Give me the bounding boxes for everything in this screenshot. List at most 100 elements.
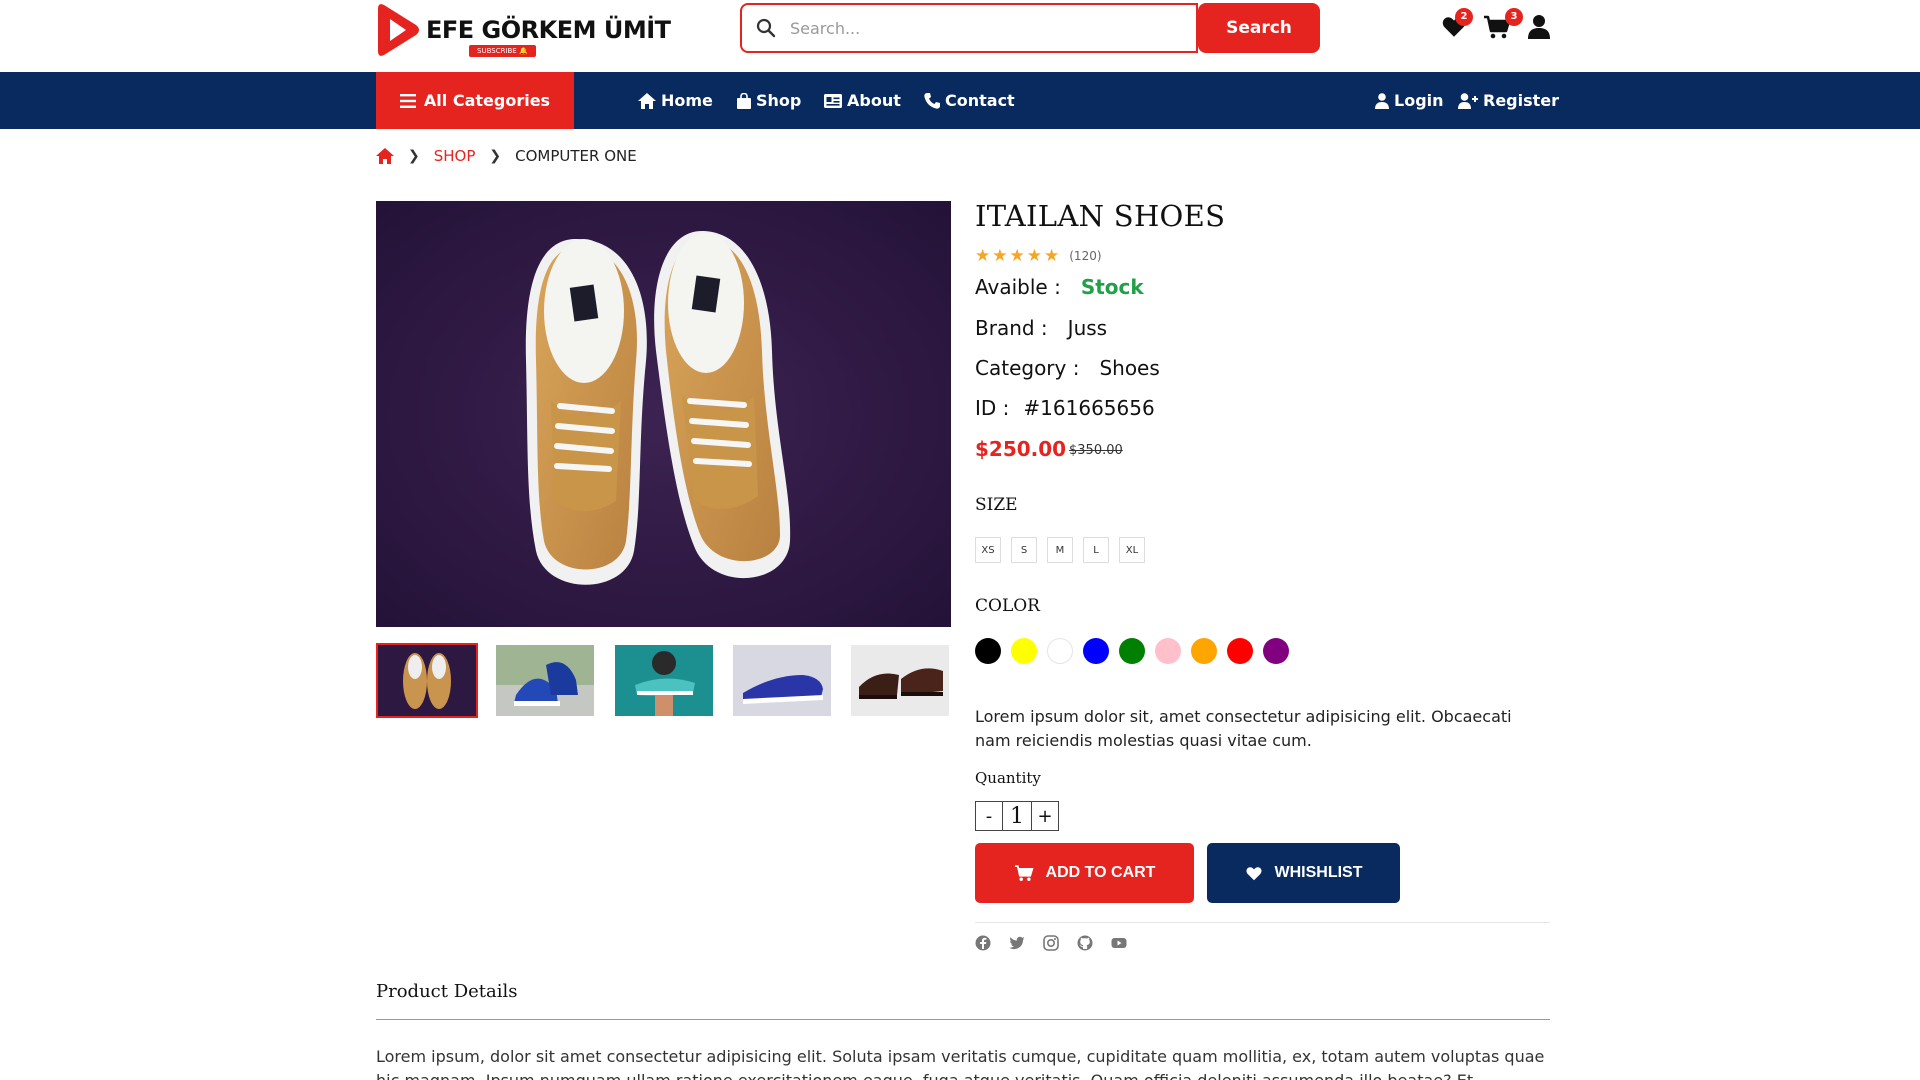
quantity-decrease-button[interactable]: -: [975, 801, 1003, 831]
current-price: $250.00: [975, 437, 1067, 461]
color-swatch[interactable]: [1011, 638, 1037, 664]
product-thumbnail[interactable]: [376, 643, 478, 718]
cart-count-badge: 3: [1505, 8, 1523, 26]
star-icon: ★: [992, 246, 1008, 266]
brand-logo[interactable]: EFE GÖRKEM ÜMİT SUBSCRIBE 🔔: [376, 2, 671, 58]
breadcrumb-shop[interactable]: SHOP: [434, 147, 476, 165]
divider: [376, 1019, 1550, 1020]
size-options: XS S M L XL: [975, 537, 1145, 563]
brand-name: EFE GÖRKEM ÜMİT: [426, 16, 671, 44]
facebook-icon[interactable]: [975, 935, 991, 951]
id-card-icon: [824, 93, 842, 108]
user-icon: [1375, 92, 1389, 109]
nav-contact-label: Contact: [945, 91, 1015, 110]
youtube-icon[interactable]: [1111, 935, 1127, 951]
quantity-stepper: - 1 +: [975, 801, 1059, 831]
search-bar: Search: [740, 3, 1320, 53]
github-icon[interactable]: [1077, 935, 1093, 951]
color-swatch[interactable]: [1083, 638, 1109, 664]
star-icon: ★: [1009, 246, 1025, 266]
size-option[interactable]: XL: [1119, 537, 1145, 563]
main-navbar: All Categories Home Shop About Contact L…: [0, 72, 1920, 129]
color-swatch[interactable]: [1119, 638, 1145, 664]
wishlist-button[interactable]: WHISHLIST: [1207, 843, 1400, 903]
id-row: ID : #161665656: [975, 396, 1155, 420]
product-description: Lorem ipsum dolor sit, amet consectetur …: [975, 707, 1512, 750]
size-option[interactable]: XS: [975, 537, 1001, 563]
search-button[interactable]: Search: [1198, 3, 1320, 53]
product-thumbnail[interactable]: [494, 643, 596, 718]
register-link[interactable]: Register: [1458, 72, 1559, 129]
add-to-cart-button[interactable]: ADD TO CART: [975, 843, 1194, 903]
divider: [975, 922, 1550, 923]
color-swatch[interactable]: [1047, 638, 1073, 664]
menu-icon: [399, 93, 416, 108]
star-icon: ★: [975, 246, 991, 266]
quantity-label: Quantity: [975, 769, 1041, 787]
category-row: Category : Shoes: [975, 356, 1160, 380]
subscribe-badge: SUBSCRIBE 🔔: [469, 45, 536, 57]
availability-label: Avaible :: [975, 275, 1061, 299]
nav-home[interactable]: Home: [638, 72, 713, 129]
all-categories-label: All Categories: [423, 91, 551, 110]
wishlist-button[interactable]: 2: [1441, 8, 1473, 42]
old-price: $350.00: [1069, 443, 1123, 458]
home-icon: [638, 92, 656, 109]
brand-label: Brand :: [975, 316, 1048, 340]
add-to-cart-label: ADD TO CART: [1045, 864, 1156, 881]
brand-row: Brand : Juss: [975, 316, 1107, 340]
product-rating: ★ ★ ★ ★ ★ (120): [975, 246, 1102, 266]
product-details-heading: Product Details: [376, 981, 518, 1002]
site-header: EFE GÖRKEM ÜMİT SUBSCRIBE 🔔 Search 2 3: [0, 0, 1920, 72]
social-links: [975, 935, 1127, 951]
instagram-icon[interactable]: [1043, 935, 1059, 951]
id-value: #161665656: [1023, 396, 1155, 420]
breadcrumb-current: COMPUTER ONE: [515, 147, 637, 165]
bag-icon: [737, 92, 751, 109]
product-main-image[interactable]: [376, 201, 951, 627]
login-link[interactable]: Login: [1375, 72, 1444, 129]
search-input[interactable]: [740, 3, 1198, 53]
brand-logo-icon: [376, 3, 422, 57]
color-swatch[interactable]: [1191, 638, 1217, 664]
color-swatch[interactable]: [1227, 638, 1253, 664]
product-thumbnail[interactable]: [731, 643, 833, 718]
id-label: ID :: [975, 396, 1010, 420]
star-icon: ★: [1044, 246, 1060, 266]
nav-contact[interactable]: Contact: [924, 72, 1015, 129]
twitter-icon[interactable]: [1009, 935, 1025, 951]
all-categories-button[interactable]: All Categories: [376, 72, 574, 129]
color-swatch[interactable]: [975, 638, 1001, 664]
home-icon[interactable]: [376, 148, 394, 164]
color-heading: COLOR: [975, 596, 1040, 616]
register-label: Register: [1483, 91, 1560, 110]
size-option[interactable]: S: [1011, 537, 1037, 563]
nav-about-label: About: [847, 91, 901, 110]
star-icon: ★: [1026, 246, 1042, 266]
color-swatch[interactable]: [1263, 638, 1289, 664]
product-thumbnail[interactable]: [849, 643, 951, 718]
size-option[interactable]: M: [1047, 537, 1073, 563]
account-button[interactable]: [1527, 12, 1557, 42]
product-thumbnail[interactable]: [613, 643, 715, 718]
product-details-text: Lorem ipsum, dolor sit amet consectetur …: [376, 1047, 1545, 1080]
product-title: ITAILAN SHOES: [975, 199, 1226, 233]
search-icon: [756, 18, 776, 38]
nav-shop[interactable]: Shop: [737, 72, 801, 129]
nav-home-label: Home: [661, 91, 713, 110]
size-heading: SIZE: [975, 495, 1018, 515]
nav-about[interactable]: About: [824, 72, 901, 129]
phone-icon: [924, 92, 940, 109]
category-value: Shoes: [1099, 356, 1160, 380]
quantity-increase-button[interactable]: +: [1031, 801, 1059, 831]
chevron-right-icon: ❯: [408, 148, 420, 164]
color-swatch[interactable]: [1155, 638, 1181, 664]
chevron-right-icon: ❯: [489, 148, 502, 164]
review-count: (120): [1069, 249, 1102, 263]
availability-row: Avaible : Stock: [975, 275, 1144, 299]
size-option[interactable]: L: [1083, 537, 1109, 563]
quantity-value[interactable]: 1: [1003, 801, 1031, 831]
cart-button[interactable]: 3: [1483, 8, 1523, 42]
wishlist-count-badge: 2: [1455, 8, 1473, 26]
color-options: [975, 638, 1289, 664]
